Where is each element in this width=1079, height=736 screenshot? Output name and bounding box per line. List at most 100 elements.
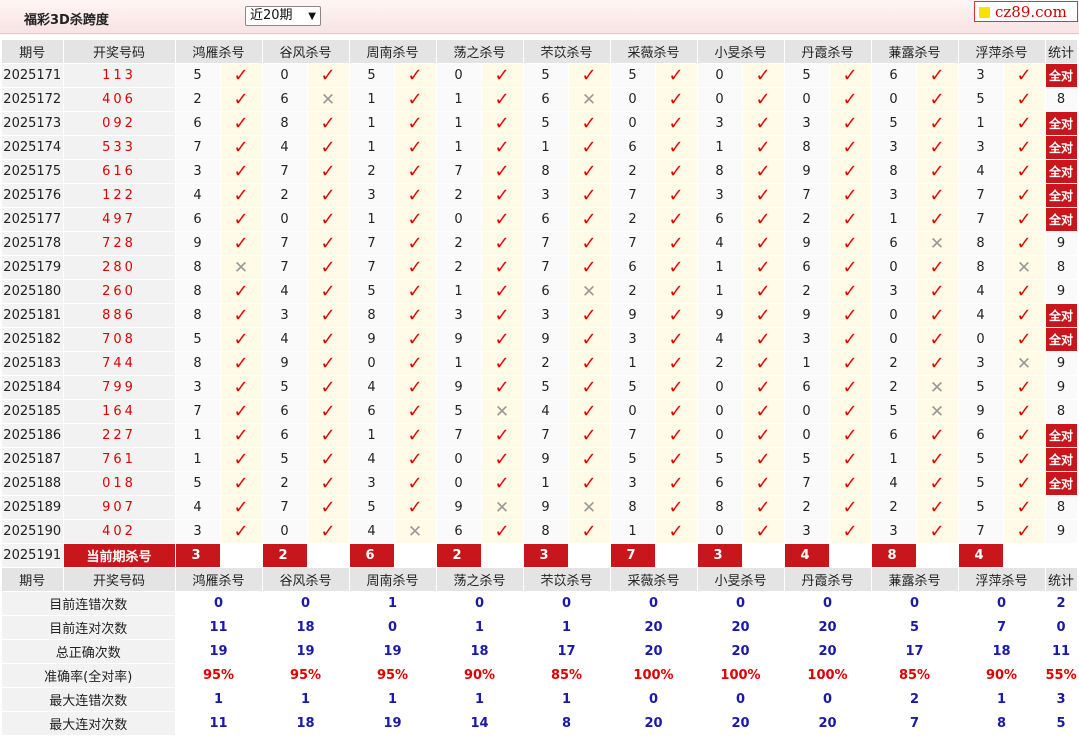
result-mark: ✓ [481,111,524,136]
kill-number: 8 [523,159,569,184]
kill-number: 5 [958,87,1004,112]
result-mark: ✓ [568,519,611,544]
result-mark: ✓ [655,303,698,328]
kill-number: 0 [784,399,830,424]
summary-value: 95% [349,663,437,688]
kill-number: 3 [871,519,917,544]
check-icon: ✓ [1016,112,1032,134]
site-logo[interactable]: cz89.com [974,1,1078,22]
result-mark: ✓ [568,447,611,472]
result-mark: ✓ [829,519,872,544]
check-icon: ✓ [320,472,336,494]
kill-number: 0 [262,207,308,232]
summary-value: 19 [349,639,437,664]
summary-row: 最大连错次数 1 1 1 1 1 0 0 0 2 1 3 [2,687,1078,712]
result-mark: ✓ [307,135,350,160]
summary-value: 0 [697,687,785,712]
result-mark: ✓ [1003,279,1046,304]
check-icon: ✓ [668,112,684,134]
check-icon: ✓ [581,448,597,470]
draw-number: 092 [63,111,176,136]
kill-number: 4 [262,279,308,304]
result-mark: ✓ [1003,63,1046,88]
summary-row: 目前连对次数 11 18 0 1 1 20 20 20 5 7 0 [2,615,1078,640]
kill-number: 2 [610,159,656,184]
kill-number: 3 [958,135,1004,160]
check-icon: ✓ [320,328,336,350]
result-mark: ✕ [481,495,524,520]
result-mark: ✓ [742,279,785,304]
kill-number: 2 [523,351,569,376]
kill-number: 4 [349,519,395,544]
check-icon: ✓ [929,352,945,374]
check-icon: ✓ [755,472,771,494]
result-mark: ✓ [307,399,350,424]
result-mark: ✓ [481,135,524,160]
kill-number: 1 [610,519,656,544]
period-select-value: 近20期 [250,8,293,23]
draw-number: 761 [63,447,176,472]
result-mark: ✓ [481,327,524,352]
check-icon: ✓ [842,88,858,110]
header-row: 期号 开奖号码 鸿雁杀号 谷风杀号 周南杀号 荡之杀号 芣苡杀号 采薇杀号 小旻杀号 丹霞杀号 蒹露… [2,567,1078,592]
kill-number: 2 [349,159,395,184]
row-stat: 9 [1045,279,1078,304]
kill-number: 3 [958,351,1004,376]
draw-number: 402 [63,519,176,544]
summary-label: 最大连错次数 [2,687,176,712]
summary-value: 90% [436,663,524,688]
current-kill-number: 7 [610,543,656,568]
check-icon: ✓ [1016,232,1032,254]
column-header-expert: 丹霞杀号 [784,567,872,592]
row-stat: 8 [1045,399,1078,424]
result-mark: ✕ [394,519,437,544]
kill-number: 2 [697,351,743,376]
kill-number: 3 [349,183,395,208]
check-icon: ✓ [755,112,771,134]
current-kill-spacer [742,543,785,568]
kill-number: 7 [262,231,308,256]
result-mark: ✓ [655,399,698,424]
kill-number: 3 [784,327,830,352]
check-icon: ✓ [407,352,423,374]
check-icon: ✓ [668,256,684,278]
summary-value: 2 [1045,591,1078,616]
kill-number: 6 [262,423,308,448]
kill-number: 1 [349,207,395,232]
check-icon: ✓ [1016,376,1032,398]
check-icon: ✓ [320,352,336,374]
summary-row: 目前连错次数 0 0 1 0 0 0 0 0 0 0 2 [2,591,1078,616]
kill-number: 9 [784,303,830,328]
check-icon: ✓ [842,304,858,326]
check-icon: ✓ [929,280,945,302]
check-icon: ✓ [929,328,945,350]
kill-span-table: 期号 开奖号码 鸿雁杀号 谷风杀号 周南杀号 荡之杀号 芣苡杀号 采薇杀号 小旻杀号 丹霞杀号 蒹露… [2,40,1078,736]
kill-number: 5 [175,471,221,496]
result-mark: ✓ [1003,231,1046,256]
result-mark: ✓ [916,255,959,280]
kill-number: 3 [784,519,830,544]
summary-value: 2 [871,687,959,712]
check-icon: ✓ [407,256,423,278]
result-mark: ✓ [1003,423,1046,448]
draw-number: 227 [63,423,176,448]
summary-value: 17 [523,639,611,664]
result-mark: ✓ [742,351,785,376]
summary-value: 0 [784,687,872,712]
result-mark: ✓ [916,183,959,208]
check-icon: ✓ [929,496,945,518]
kill-number: 9 [523,495,569,520]
check-icon: ✓ [320,304,336,326]
check-icon: ✓ [320,208,336,230]
result-mark: ✕ [481,399,524,424]
kill-number: 7 [784,183,830,208]
table-row: 2025172 406 2 ✓ 6 ✕ 1 ✓ 1 ✓ 6 ✕ 0 ✓ 0 ✓ 0 ✓ 0 ✓ 5 ✓ 8 [2,87,1078,112]
check-icon: ✓ [233,376,249,398]
kill-number: 4 [958,303,1004,328]
kill-number: 9 [175,231,221,256]
check-icon: ✓ [1016,208,1032,230]
check-icon: ✓ [929,88,945,110]
result-mark: ✓ [742,375,785,400]
result-mark: ✓ [742,111,785,136]
period-select[interactable]: 近20期 ▼ [245,6,321,26]
